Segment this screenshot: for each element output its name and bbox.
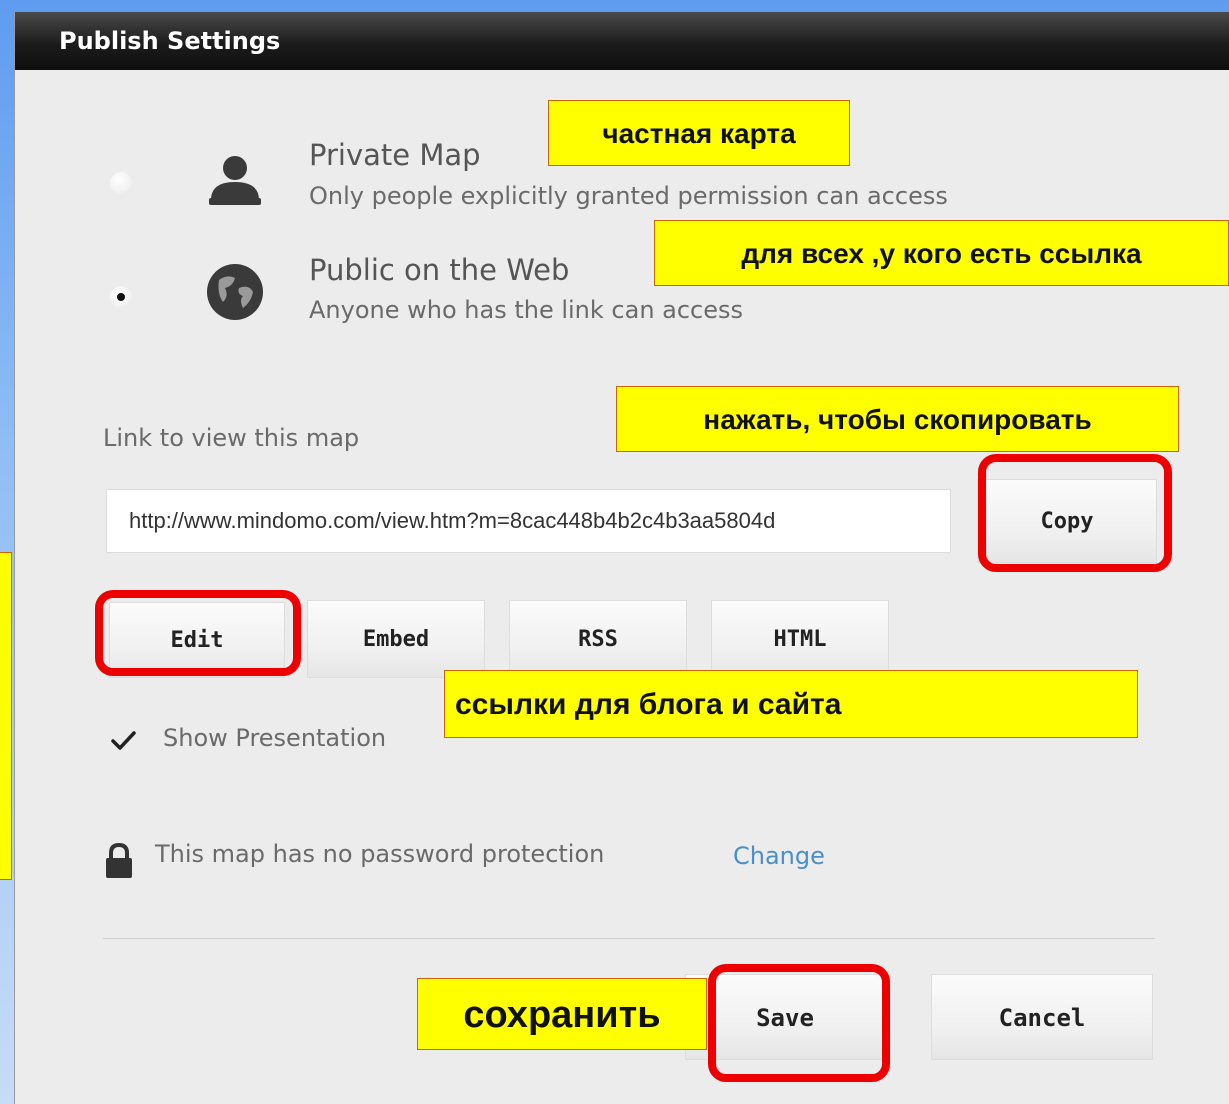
save-hint-annotation: сохранить bbox=[417, 978, 707, 1050]
blog-links-annotation: ссылки для блога и сайта bbox=[444, 670, 1138, 738]
cancel-button[interactable]: Cancel bbox=[931, 974, 1153, 1060]
footer-divider bbox=[103, 938, 1155, 939]
html-link-button[interactable]: HTML bbox=[711, 600, 889, 678]
private-map-radio[interactable] bbox=[110, 172, 132, 194]
checkmark-icon bbox=[111, 731, 136, 750]
copy-hint-annotation: нажать, чтобы скопировать bbox=[616, 386, 1179, 452]
link-label: Link to view this map bbox=[103, 424, 360, 452]
public-web-title[interactable]: Public on the Web bbox=[309, 253, 569, 287]
password-status-text: This map has no password protection bbox=[155, 840, 605, 868]
public-web-radio[interactable] bbox=[110, 286, 132, 308]
public-web-description: Anyone who has the link can access bbox=[309, 296, 744, 324]
dialog-title: Publish Settings bbox=[15, 12, 1229, 70]
public-link-annotation: для всех ,у кого есть ссылка bbox=[654, 220, 1229, 286]
save-highlight bbox=[708, 964, 890, 1082]
globe-icon bbox=[205, 262, 265, 322]
show-presentation-label[interactable]: Show Presentation bbox=[163, 724, 386, 752]
rss-link-button[interactable]: RSS bbox=[509, 600, 687, 678]
left-edge-note bbox=[0, 552, 12, 880]
map-link-field[interactable]: http://www.mindomo.com/view.htm?m=8cac44… bbox=[106, 489, 951, 553]
private-map-annotation: частная карта bbox=[548, 100, 850, 166]
embed-link-button[interactable]: Embed bbox=[307, 600, 485, 678]
private-map-description: Only people explicitly granted permissio… bbox=[309, 182, 948, 210]
copy-highlight bbox=[978, 454, 1172, 572]
lock-icon bbox=[103, 842, 135, 880]
show-presentation-checkbox[interactable] bbox=[109, 726, 139, 756]
private-map-title[interactable]: Private Map bbox=[309, 138, 481, 172]
person-icon bbox=[205, 148, 265, 208]
edit-highlight bbox=[95, 590, 301, 676]
change-password-link[interactable]: Change bbox=[733, 842, 825, 870]
